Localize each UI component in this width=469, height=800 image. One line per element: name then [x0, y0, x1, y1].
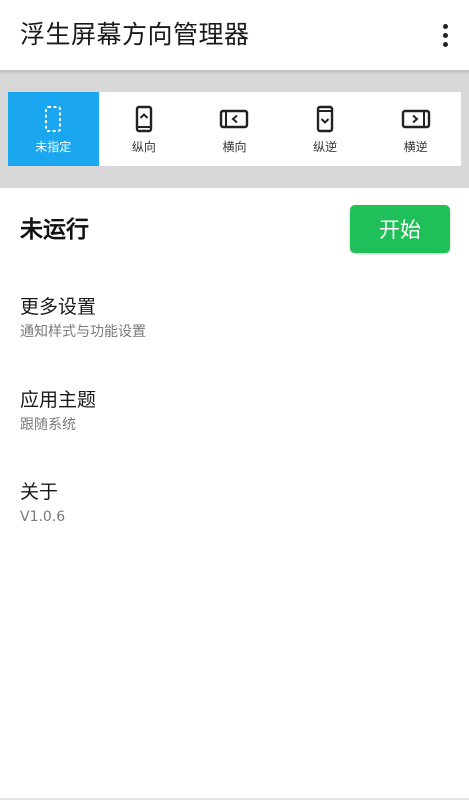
- orientation-band: 未指定 纵向 横向 纵逆 横逆: [0, 70, 469, 188]
- orientation-selector: 未指定 纵向 横向 纵逆 横逆: [8, 92, 461, 166]
- setting-title: 更多设置: [20, 296, 97, 318]
- setting-subtitle: 跟随系统: [20, 417, 76, 433]
- app-title: 浮生屏幕方向管理器: [20, 20, 250, 49]
- more-vert-icon[interactable]: [433, 18, 457, 52]
- reverse-landscape-icon: [401, 104, 431, 134]
- setting-title: 关于: [20, 481, 59, 503]
- orientation-label: 横逆: [403, 140, 428, 154]
- orientation-option-reverse-portrait[interactable]: 纵逆: [280, 92, 371, 166]
- orientation-option-unspecified[interactable]: 未指定: [8, 92, 99, 166]
- portrait-icon: [135, 104, 153, 134]
- orientation-label: 纵逆: [313, 140, 338, 154]
- app-bar: 浮生屏幕方向管理器: [0, 0, 469, 70]
- orientation-option-portrait[interactable]: 纵向: [99, 92, 190, 166]
- orientation-option-landscape[interactable]: 横向: [189, 92, 280, 166]
- setting-title: 应用主题: [20, 389, 97, 411]
- orientation-label: 纵向: [131, 140, 156, 154]
- start-button[interactable]: 开始: [350, 205, 450, 253]
- orientation-label: 横向: [222, 140, 247, 154]
- appbar-shadow: [0, 70, 469, 75]
- orientation-option-reverse-landscape[interactable]: 横逆: [370, 92, 461, 166]
- setting-more-settings[interactable]: 更多设置 通知样式与功能设置: [20, 294, 450, 342]
- setting-subtitle: 通知样式与功能设置: [20, 324, 146, 340]
- service-status: 未运行: [20, 217, 89, 243]
- unspecified-icon: [44, 104, 62, 134]
- reverse-portrait-icon: [316, 104, 334, 134]
- app-version: V1.0.6: [20, 509, 66, 525]
- setting-app-theme[interactable]: 应用主题 跟随系统: [20, 387, 450, 435]
- orientation-label: 未指定: [35, 140, 72, 154]
- landscape-icon: [219, 104, 249, 134]
- app-screen: 浮生屏幕方向管理器 未指定 纵向 横向 纵逆 横逆 未运行 开始 更多设置 通知…: [0, 0, 469, 800]
- setting-about[interactable]: 关于 V1.0.6: [20, 479, 450, 527]
